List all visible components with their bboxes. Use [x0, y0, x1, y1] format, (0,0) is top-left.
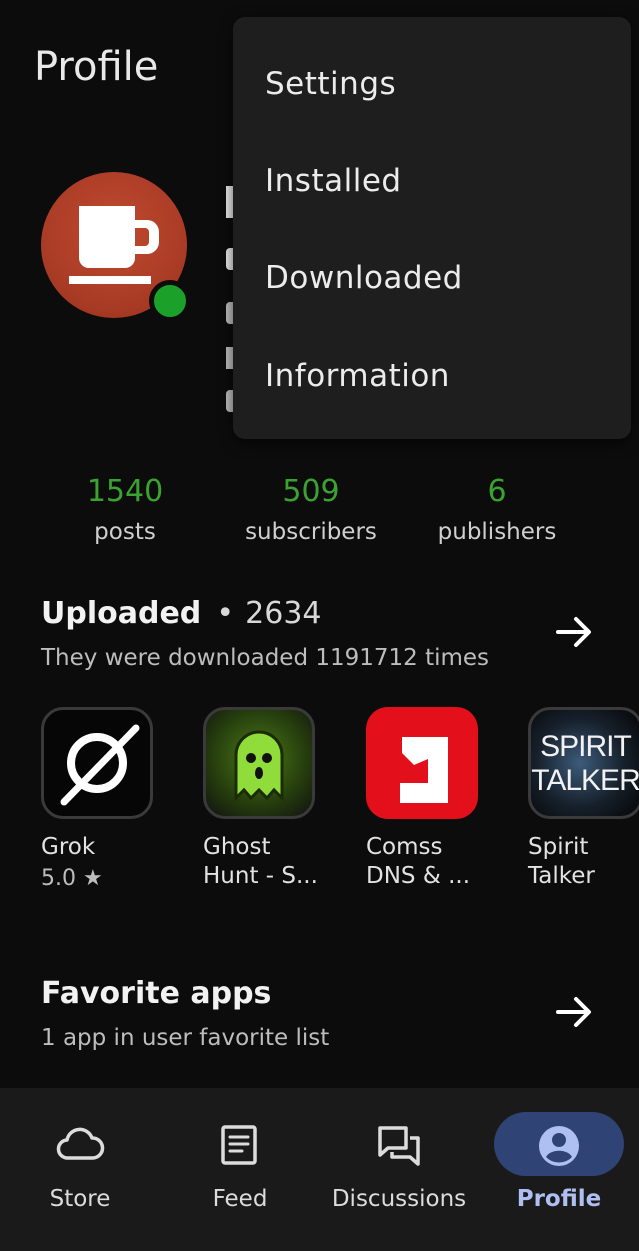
stat-publishers[interactable]: 6 publishers: [397, 474, 597, 545]
stat-subscribers[interactable]: 509 subscribers: [211, 474, 411, 545]
app-card-comss-dns[interactable]: Comss DNS & ...: [366, 707, 496, 891]
uploaded-count: 2634: [245, 596, 322, 631]
arrow-right-icon[interactable]: [554, 612, 594, 652]
overflow-menu: Settings Installed Downloaded Informatio…: [233, 17, 631, 439]
nav-item-store[interactable]: Store: [0, 1088, 160, 1251]
nav-item-discussions[interactable]: Discussions: [319, 1088, 479, 1251]
profile-bio-fragment: [226, 347, 233, 369]
nav-item-profile[interactable]: Profile: [479, 1088, 639, 1251]
menu-item-installed[interactable]: Installed: [233, 137, 631, 234]
favorites-subtitle: 1 app in user favorite list: [41, 1025, 330, 1051]
app-rating: 5.0 ★: [41, 866, 103, 891]
profile-bio-fragment-2: [226, 390, 233, 412]
app-name: Comss DNS & ...: [366, 834, 471, 889]
nav-item-feed[interactable]: Feed: [160, 1088, 320, 1251]
spirit-talker-icon-text: SPIRIT TALKER: [531, 730, 639, 797]
menu-item-settings[interactable]: Settings: [233, 40, 631, 137]
stat-posts-label: posts: [94, 519, 156, 545]
online-status-indicator: [149, 280, 191, 322]
grok-icon: [41, 707, 153, 819]
stat-publishers-value: 6: [487, 474, 507, 509]
spirit-talker-icon: SPIRIT TALKER: [528, 707, 639, 819]
page-title: Profile: [34, 44, 159, 90]
menu-item-information[interactable]: Information: [233, 332, 631, 429]
app-name: Ghost Hunt - S...: [203, 834, 318, 889]
stat-posts[interactable]: 1540 posts: [25, 474, 225, 545]
uploaded-separator: •: [216, 596, 235, 631]
profile-name-fragment: [226, 186, 233, 218]
uploaded-header[interactable]: Uploaded • 2634: [41, 596, 322, 631]
feed-icon: [221, 1125, 257, 1165]
app-name: Grok: [41, 834, 96, 860]
app-card-spirit-talker[interactable]: SPIRIT TALKER Spirit Talker: [528, 707, 639, 891]
profile-icon: [539, 1126, 579, 1166]
stat-subscribers-label: subscribers: [245, 519, 377, 545]
nav-label: Profile: [516, 1186, 602, 1212]
nav-label: Discussions: [331, 1186, 467, 1212]
menu-item-label: Downloaded: [265, 260, 463, 296]
favorites-title[interactable]: Favorite apps: [41, 976, 271, 1011]
ghost-icon: [203, 707, 315, 819]
menu-item-label: Settings: [265, 66, 397, 102]
app-card-grok[interactable]: Grok 5.0 ★: [41, 707, 171, 891]
discussions-icon: [378, 1126, 420, 1166]
profile-handle-fragment: [226, 302, 233, 324]
bottom-navigation: Store Feed Discussions Profile: [0, 1088, 639, 1251]
uploaded-title: Uploaded: [41, 596, 202, 631]
comss-icon: [366, 707, 478, 819]
cloud-icon: [56, 1127, 105, 1160]
stat-publishers-label: publishers: [437, 519, 557, 545]
menu-item-label: Installed: [265, 163, 402, 199]
nav-label: Store: [49, 1186, 111, 1212]
coffee-cup-icon: [69, 206, 159, 284]
uploaded-subtitle: They were downloaded 1191712 times: [41, 645, 490, 671]
menu-item-downloaded[interactable]: Downloaded: [233, 234, 631, 331]
stat-subscribers-value: 509: [282, 474, 340, 509]
app-card-ghost-hunt[interactable]: Ghost Hunt - S...: [203, 707, 333, 891]
menu-item-label: Information: [265, 358, 450, 394]
nav-label: Feed: [212, 1186, 268, 1212]
app-name: Spirit Talker: [528, 834, 595, 889]
arrow-right-icon[interactable]: [554, 992, 594, 1032]
stat-posts-value: 1540: [86, 474, 164, 509]
profile-name-fragment-2: [226, 248, 233, 270]
